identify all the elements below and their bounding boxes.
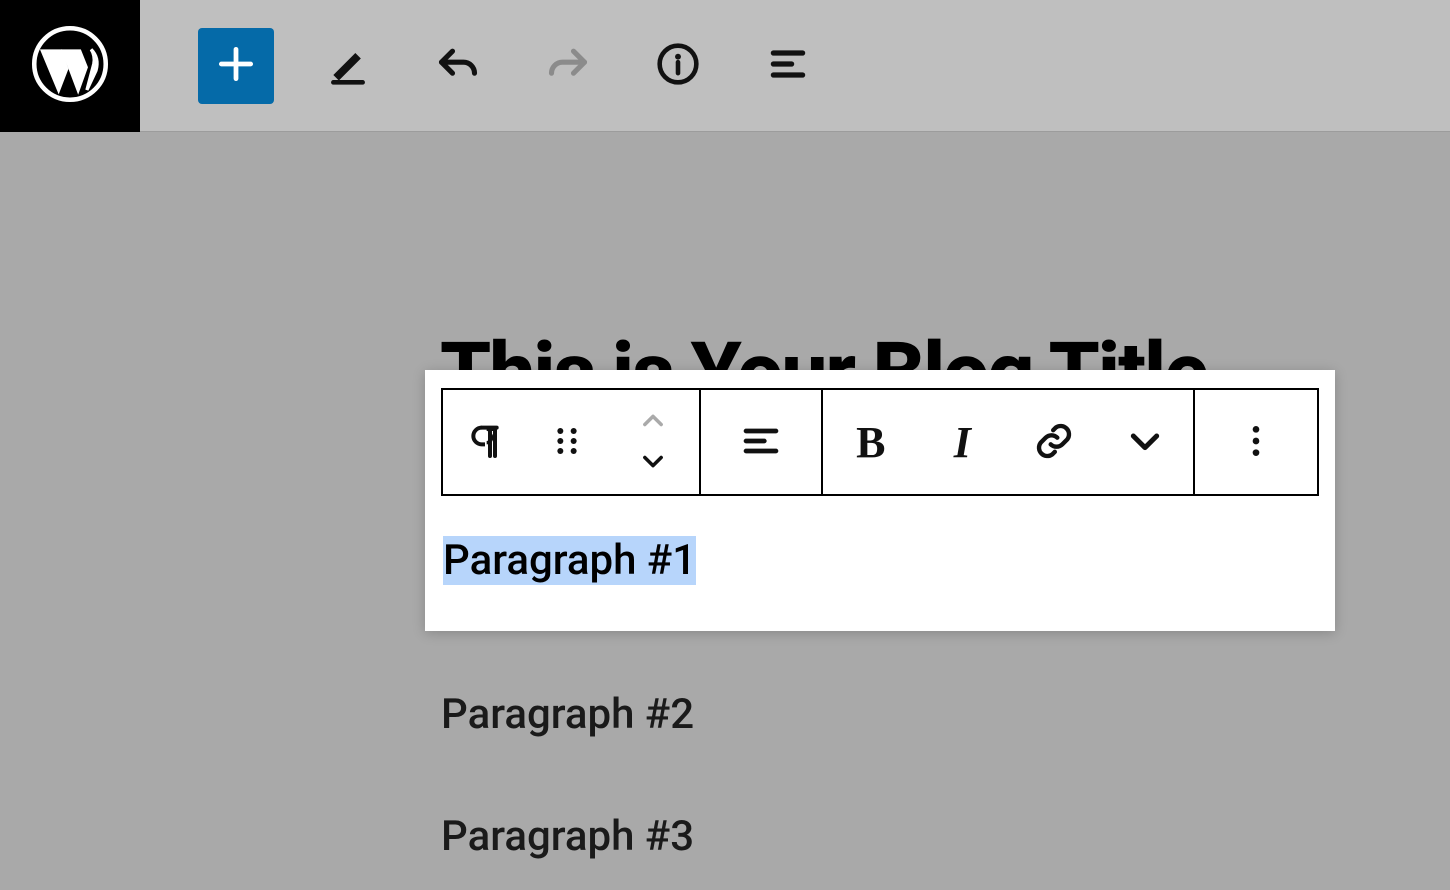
editor-canvas: This is Your Blog Title: [0, 132, 1450, 890]
block-options-button[interactable]: [1226, 402, 1286, 482]
move-down-button[interactable]: [623, 442, 683, 482]
outline-icon: [766, 42, 810, 89]
link-button[interactable]: [1026, 402, 1082, 482]
drag-handle-button[interactable]: [541, 402, 593, 482]
wordpress-logo-icon: [31, 25, 109, 107]
bold-button[interactable]: B: [843, 402, 899, 482]
document-info-button[interactable]: [642, 30, 714, 102]
document-outline-button[interactable]: [752, 30, 824, 102]
undo-icon: [436, 42, 480, 89]
block-toolbar-group-format: B I: [823, 390, 1195, 494]
paragraph-block[interactable]: Paragraph #3: [441, 812, 694, 861]
block-toolbar-group-block: [443, 390, 701, 494]
undo-button[interactable]: [422, 30, 494, 102]
redo-button[interactable]: [532, 30, 604, 102]
bold-icon: B: [856, 417, 885, 468]
move-up-button[interactable]: [623, 402, 683, 442]
selected-text: Paragraph #1: [443, 536, 696, 585]
editor-top-toolbar: [0, 0, 1450, 132]
chevron-down-icon: [637, 447, 669, 478]
align-left-icon: [741, 421, 781, 464]
kebab-icon: [1236, 421, 1276, 464]
pencil-icon: [326, 42, 370, 89]
block-toolbar-group-align: [701, 390, 823, 494]
info-icon: [656, 42, 700, 89]
block-toolbar: B I: [441, 388, 1319, 496]
italic-button[interactable]: I: [935, 402, 991, 482]
redo-icon: [546, 42, 590, 89]
paragraph-block-selected[interactable]: Paragraph #1: [425, 508, 1335, 631]
chevron-up-icon: [637, 407, 669, 438]
link-icon: [1034, 421, 1074, 464]
chevron-down-icon: [1125, 421, 1165, 464]
block-type-button[interactable]: [459, 402, 511, 482]
wordpress-logo-button[interactable]: [0, 0, 140, 132]
active-block: B I: [425, 370, 1335, 631]
paragraph-block[interactable]: Paragraph #2: [441, 690, 694, 739]
add-block-button[interactable]: [198, 28, 274, 104]
more-formatting-button[interactable]: [1118, 402, 1174, 482]
plus-icon: [214, 42, 258, 89]
tools-button[interactable]: [312, 30, 384, 102]
move-block-controls: [623, 402, 683, 482]
drag-handle-icon: [547, 421, 587, 464]
align-button[interactable]: [731, 402, 791, 482]
italic-icon: I: [954, 417, 971, 468]
paragraph-icon: [465, 421, 505, 464]
block-toolbar-group-options: [1195, 390, 1317, 494]
top-toolbar-buttons: [140, 28, 824, 104]
